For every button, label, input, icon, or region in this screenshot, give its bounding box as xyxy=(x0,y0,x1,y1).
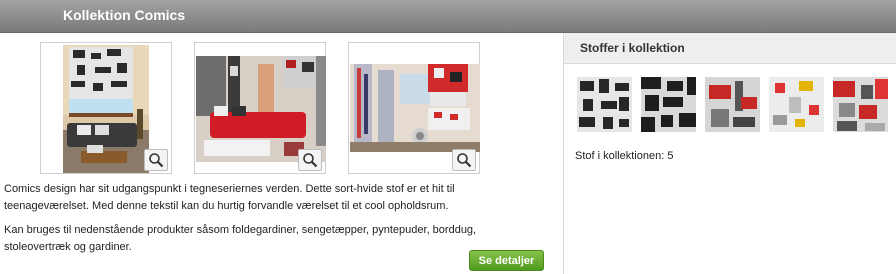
fabrics-sidebar: Stoffer i kollektion Stof i kollektionen… xyxy=(563,33,896,274)
fabric-swatch-3[interactable] xyxy=(705,77,760,132)
zoom-button-3[interactable] xyxy=(452,149,476,171)
description-paragraph-1: Comics design har sit udgangspunkt i teg… xyxy=(4,183,455,212)
gallery-thumb-1[interactable] xyxy=(40,42,172,174)
fabric-swatch-5[interactable] xyxy=(833,77,888,132)
gallery-thumb-3[interactable] xyxy=(348,42,480,174)
fabric-swatch-2[interactable] xyxy=(641,77,696,132)
see-details-button[interactable]: Se detaljer xyxy=(469,250,544,271)
fabric-swatch-4[interactable] xyxy=(769,77,824,132)
red-sofa-room-photo xyxy=(196,56,326,162)
sidebar-header: Stoffer i kollektion xyxy=(564,33,896,64)
magnifier-icon xyxy=(457,153,472,168)
collection-description: Comics design har sit udgangspunkt i teg… xyxy=(4,181,539,263)
fabric-count: Stof i kollektionen: 5 xyxy=(575,150,674,162)
zoom-button-2[interactable] xyxy=(298,149,322,171)
magnifier-icon xyxy=(149,153,164,168)
magnifier-icon xyxy=(303,153,318,168)
curtains-room-photo xyxy=(350,64,480,152)
roman-blind-photo xyxy=(63,45,149,173)
description-paragraph-2: Kan bruges til nedenstående produkter så… xyxy=(4,224,477,253)
sidebar-title: Stoffer i kollektion xyxy=(580,41,685,55)
zoom-button-1[interactable] xyxy=(144,149,168,171)
gallery-thumb-2[interactable] xyxy=(194,42,326,174)
fabric-swatch-1[interactable] xyxy=(577,77,632,132)
collection-title: Kollektion Comics xyxy=(63,7,186,23)
collection-header: Kollektion Comics xyxy=(0,0,896,33)
